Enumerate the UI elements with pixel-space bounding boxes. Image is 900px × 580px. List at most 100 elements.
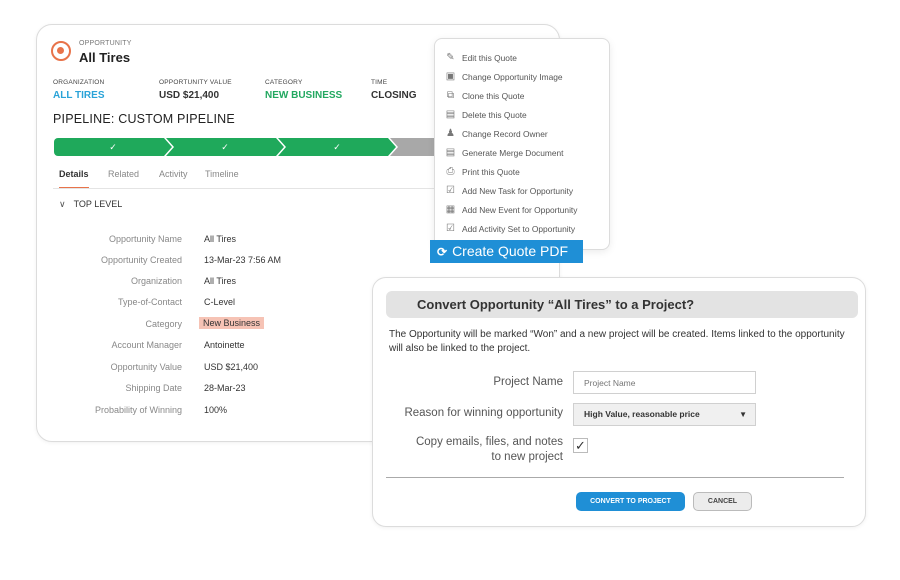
tab-details[interactable]: Details <box>59 169 89 188</box>
meta-label: OPPORTUNITY VALUE <box>159 79 232 86</box>
field-value: 100% <box>204 405 228 415</box>
copy-label-line1: Copy emails, files, and notes <box>415 436 563 448</box>
field-label: Opportunity Name <box>108 234 182 244</box>
menu-item-change-image[interactable]: ▣ Change Opportunity Image <box>445 71 610 85</box>
meta-category: CATEGORY NEW BUSINESS <box>265 79 342 101</box>
meta-organization: ORGANIZATION ALL TIRES <box>53 79 104 101</box>
field-value: Antoinette <box>204 340 245 350</box>
menu-item-label: Print this Quote <box>462 167 520 177</box>
copy-label: Copy emails, files, and notes to new pro… <box>416 435 563 465</box>
users-icon: ♟ <box>446 128 455 139</box>
create-quote-pdf-label: Create Quote PDF <box>452 243 568 259</box>
reason-select[interactable]: High Value, reasonable price ▼ <box>573 403 756 426</box>
menu-item-print-quote[interactable]: ⎙ Print this Quote <box>445 166 610 180</box>
reason-label: Reason for winning opportunity <box>404 407 563 419</box>
menu-item-merge-document[interactable]: ▤ Generate Merge Document <box>445 147 610 161</box>
copy-icon: ⧉ <box>446 90 455 101</box>
dialog-header: Convert Opportunity “All Tires” to a Pro… <box>386 291 858 318</box>
field-value: All Tires <box>204 234 237 244</box>
project-name-label: Project Name <box>493 376 563 388</box>
field-label: Type-of-Contact <box>117 297 182 307</box>
field-label: Opportunity Value <box>110 362 182 372</box>
field-row: Opportunity Created 13-Mar-23 7:56 AM <box>37 255 437 269</box>
actions-menu: ✎ Edit this Quote ▣ Change Opportunity I… <box>434 38 610 250</box>
tab-activity[interactable]: Activity <box>159 169 188 187</box>
field-label: Account Manager <box>111 340 182 350</box>
organization-link[interactable]: ALL TIRES <box>53 90 104 101</box>
menu-item-label: Add New Event for Opportunity <box>462 205 578 215</box>
category-tag: New Business <box>199 317 265 329</box>
tab-timeline[interactable]: Timeline <box>205 169 239 187</box>
meta-value: NEW BUSINESS <box>265 90 343 101</box>
section-title: TOP LEVEL <box>73 199 123 209</box>
copy-checkbox[interactable]: ✓ <box>573 438 588 453</box>
pipeline-stage[interactable]: ✓ <box>278 138 396 156</box>
menu-item-add-activity-set[interactable]: ☑ Add Activity Set to Opportunity <box>445 223 610 237</box>
project-name-input[interactable] <box>573 371 756 394</box>
chevron-down-icon: ∨ <box>59 199 66 209</box>
menu-item-label: Delete this Quote <box>462 110 527 120</box>
field-value: USD $21,400 <box>204 362 259 372</box>
menu-item-label: Add New Task for Opportunity <box>462 186 574 196</box>
detail-tabs: Details Related Activity Timeline <box>53 165 443 189</box>
refresh-icon: ⟳ <box>437 245 448 259</box>
meta-value: CLOSING <box>371 90 417 101</box>
menu-item-edit-quote[interactable]: ✎ Edit this Quote <box>445 52 610 66</box>
dialog-description: The Opportunity will be marked “Won” and… <box>389 329 845 354</box>
menu-item-delete-quote[interactable]: ▤ Delete this Quote <box>445 109 610 123</box>
opportunity-target-icon <box>51 41 71 61</box>
caret-down-icon: ▼ <box>739 410 747 419</box>
cancel-button[interactable]: CANCEL <box>693 492 752 511</box>
trash-icon: ▤ <box>445 109 456 120</box>
pencil-icon: ✎ <box>446 52 455 63</box>
meta-time: TIME CLOSING <box>371 79 417 101</box>
checkmark-icon: ✓ <box>575 438 586 453</box>
tab-related[interactable]: Related <box>108 169 139 187</box>
calendar-icon: ▦ <box>445 204 456 215</box>
menu-item-add-task[interactable]: ☑ Add New Task for Opportunity <box>445 185 610 199</box>
field-row: Opportunity Name All Tires <box>37 234 437 248</box>
meta-label: CATEGORY <box>265 79 303 86</box>
dialog-title: Convert Opportunity “All Tires” to a Pro… <box>417 297 695 312</box>
meta-label: ORGANIZATION <box>53 79 105 86</box>
pipeline-stage[interactable]: ✓ <box>54 138 172 156</box>
meta-label: TIME <box>371 79 388 86</box>
printer-icon: ⎙ <box>446 166 455 177</box>
image-icon: ▣ <box>445 71 456 82</box>
field-label: Opportunity Created <box>100 255 182 265</box>
document-icon: ▤ <box>445 147 456 158</box>
field-value: C-Level <box>204 297 236 307</box>
section-top-level[interactable]: ∨ TOP LEVEL <box>59 199 122 210</box>
dialog-divider <box>386 477 844 478</box>
convert-to-project-button[interactable]: CONVERT TO PROJECT <box>576 492 685 511</box>
field-label: Probability of Winning <box>94 405 182 415</box>
meta-opportunity-value: OPPORTUNITY VALUE USD $21,400 <box>159 79 232 101</box>
menu-item-label: Generate Merge Document <box>462 148 564 158</box>
record-title: All Tires <box>79 50 131 65</box>
field-value: All Tires <box>204 276 237 286</box>
field-label: Category <box>145 319 182 329</box>
pipeline-stage[interactable]: ✓ <box>166 138 284 156</box>
meta-value: USD $21,400 <box>159 90 220 101</box>
pipeline-title: PIPELINE: CUSTOM PIPELINE <box>53 112 235 126</box>
field-label: Organization <box>130 276 182 286</box>
copy-label-line2: to new project <box>491 451 563 463</box>
field-value: 13-Mar-23 7:56 AM <box>204 255 282 265</box>
reason-select-value: High Value, reasonable price <box>584 409 700 419</box>
field-value: 28-Mar-23 <box>204 383 246 393</box>
menu-item-label: Clone this Quote <box>462 91 525 101</box>
menu-item-label: Change Record Owner <box>462 129 548 139</box>
checklist-icon: ☑ <box>446 223 455 234</box>
create-quote-pdf-button[interactable]: ⟳ Create Quote PDF <box>430 240 583 263</box>
menu-item-change-owner[interactable]: ♟ Change Record Owner <box>445 128 610 142</box>
convert-project-dialog: Convert Opportunity “All Tires” to a Pro… <box>372 277 866 527</box>
task-icon: ☑ <box>446 185 455 196</box>
menu-item-label: Change Opportunity Image <box>462 72 563 82</box>
menu-item-label: Edit this Quote <box>462 53 517 63</box>
record-type-label: OPPORTUNITY <box>79 40 132 47</box>
menu-item-label: Add Activity Set to Opportunity <box>462 224 576 234</box>
pipeline-progress: ✓ ✓ ✓ Ac <box>54 138 444 156</box>
menu-item-clone-quote[interactable]: ⧉ Clone this Quote <box>445 90 610 104</box>
menu-item-add-event[interactable]: ▦ Add New Event for Opportunity <box>445 204 610 218</box>
field-label: Shipping Date <box>125 383 182 393</box>
